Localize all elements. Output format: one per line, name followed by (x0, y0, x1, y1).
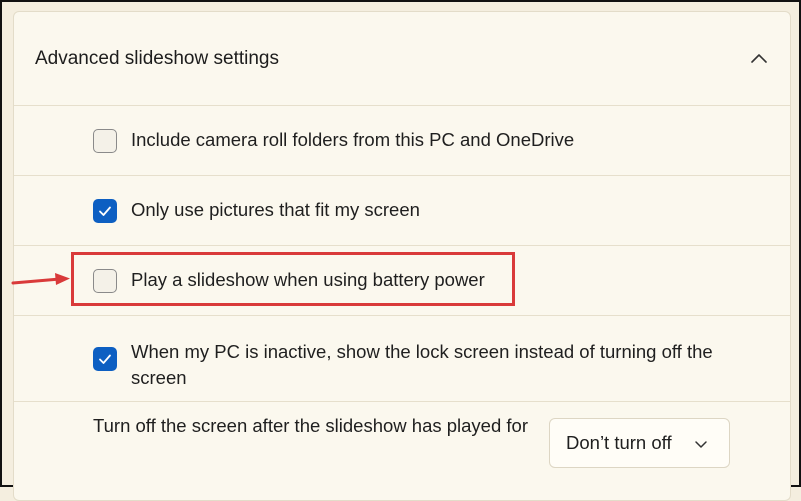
checkmark-icon (99, 354, 111, 364)
option-label: Only use pictures that fit my screen (131, 199, 420, 220)
chevron-up-icon[interactable] (748, 48, 770, 70)
screen-off-dropdown[interactable]: Don’t turn off (549, 418, 730, 468)
dropdown-selected-value: Don’t turn off (566, 432, 672, 453)
screen-off-label: Turn off the screen after the slideshow … (93, 415, 528, 436)
lock-screen-checkbox[interactable] (93, 347, 117, 371)
section-title: Advanced slideshow settings (35, 48, 279, 69)
option-label: Include camera roll folders from this PC… (131, 129, 575, 150)
camera-roll-checkbox[interactable] (93, 129, 117, 153)
annotation-highlight-box (71, 252, 515, 306)
advanced-slideshow-header[interactable]: Advanced slideshow settings (14, 12, 790, 106)
arrow-right-icon (11, 273, 70, 285)
fit-screen-checkbox[interactable] (93, 199, 117, 223)
option-row-lock-screen: When my PC is inactive, show the lock sc… (14, 315, 790, 402)
option-label: When my PC is inactive, show the lock sc… (131, 341, 713, 388)
checkmark-icon (99, 206, 111, 216)
chevron-down-icon (695, 441, 707, 448)
option-row-camera-roll: Include camera roll folders from this PC… (14, 105, 790, 176)
option-row-fit-screen: Only use pictures that fit my screen (14, 175, 790, 246)
